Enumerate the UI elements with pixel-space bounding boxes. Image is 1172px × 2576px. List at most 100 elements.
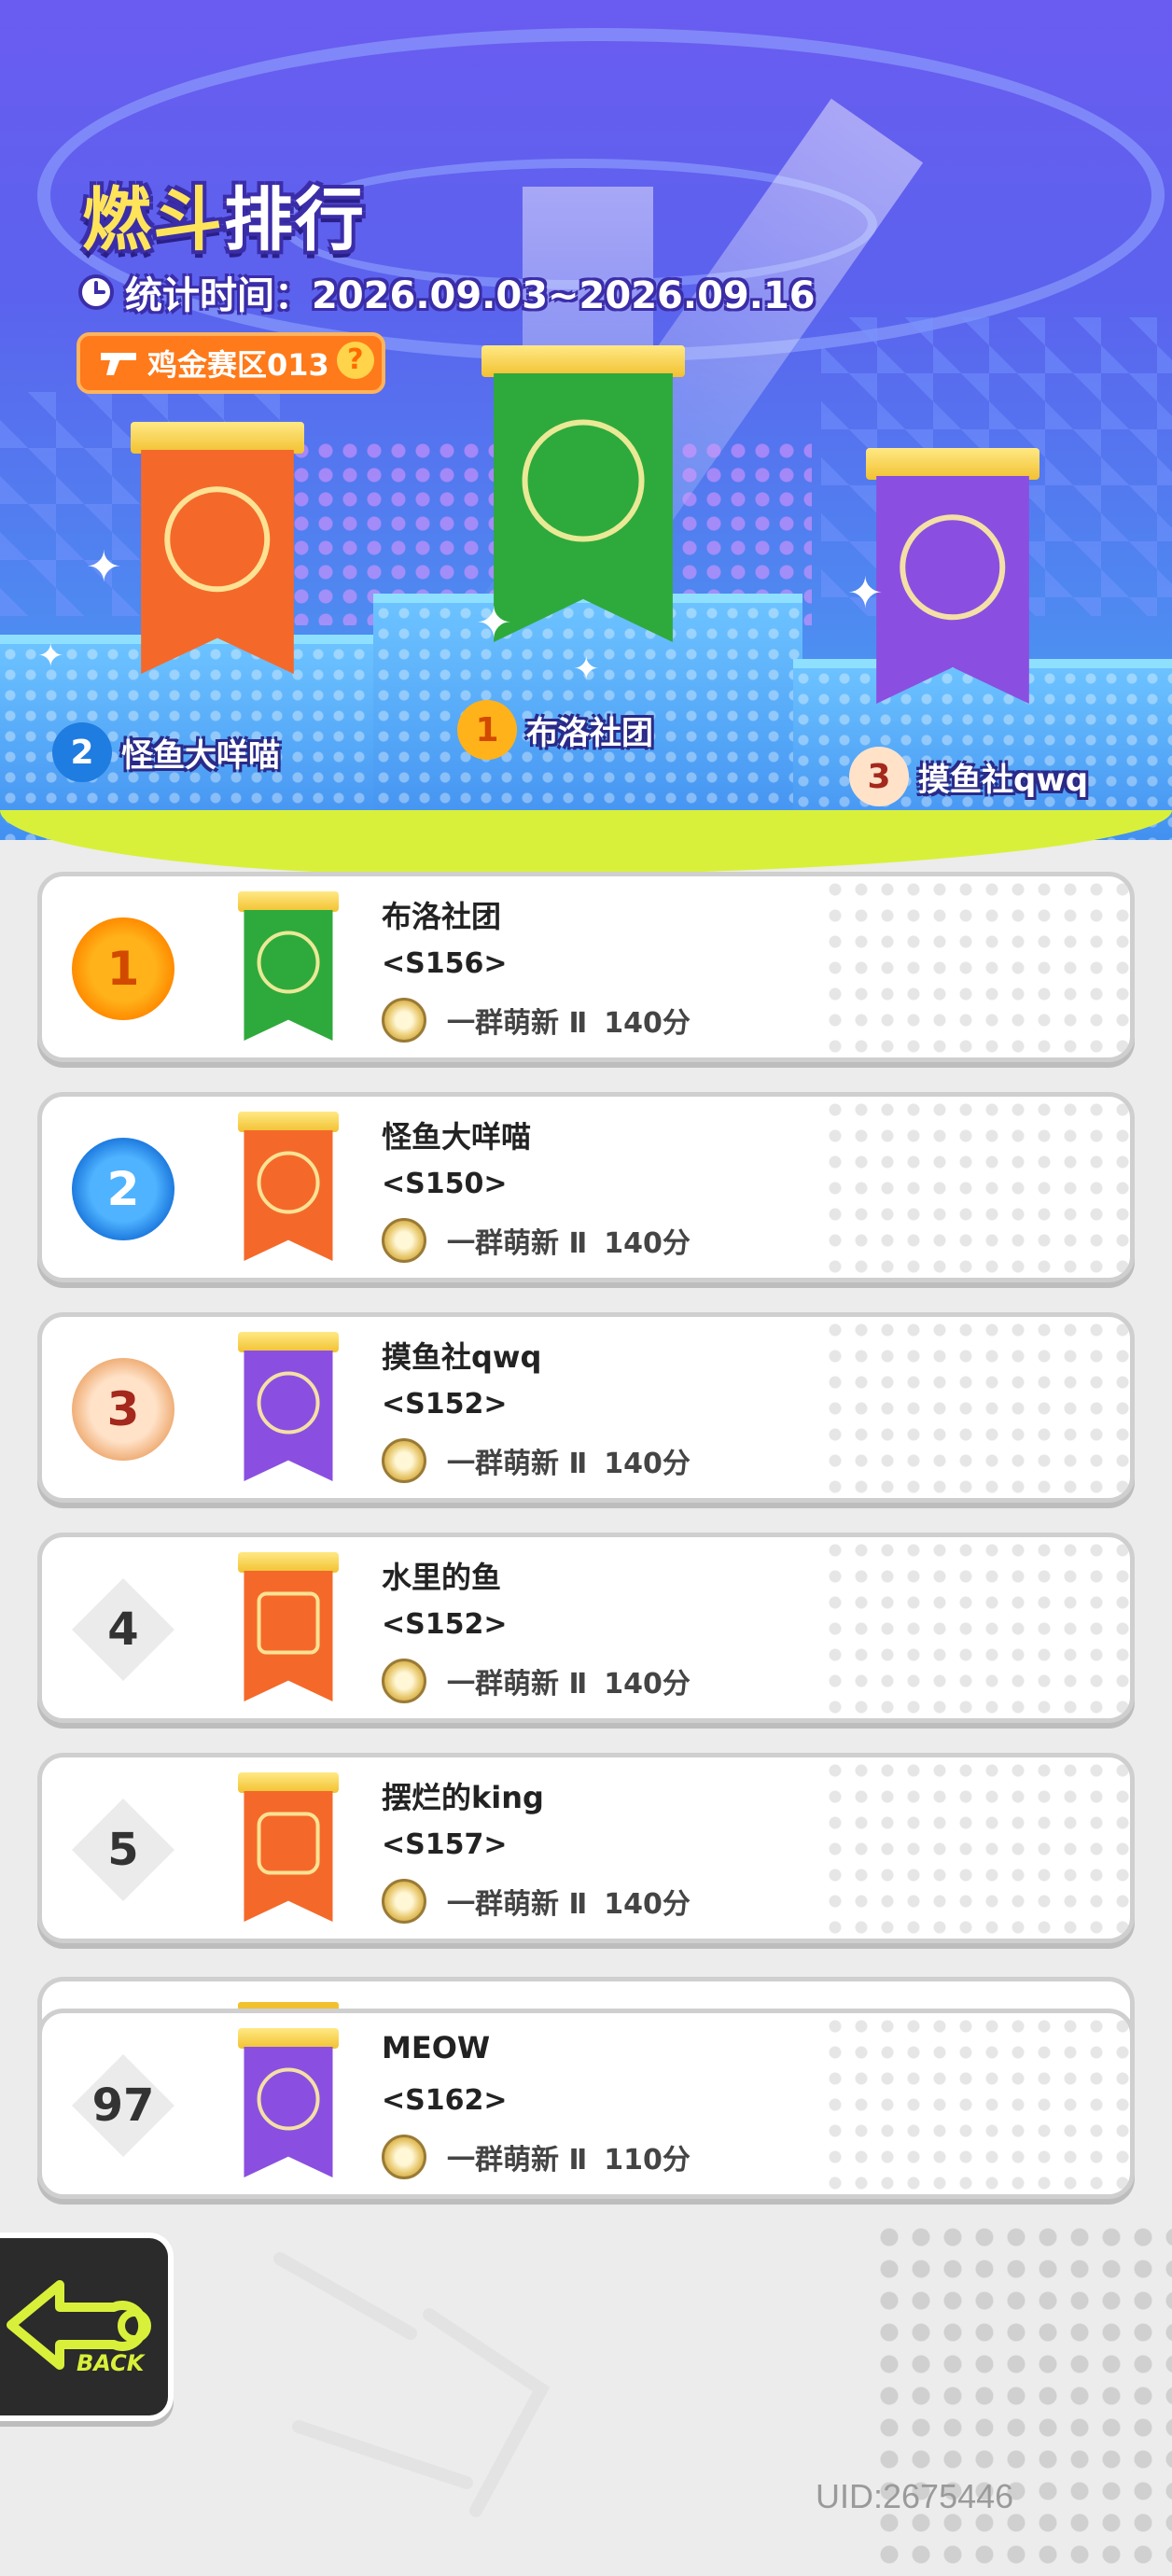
team-level: 一群萌新 Ⅱ 140分 bbox=[382, 1218, 691, 1263]
bronze-medal-icon: 3 bbox=[849, 747, 909, 806]
team-score: 140分 bbox=[604, 1668, 691, 1701]
sparkle-icon: ✦ bbox=[573, 651, 600, 688]
level-name: 一群萌新 Ⅱ bbox=[447, 1227, 588, 1260]
team-level: 一群萌新 Ⅱ 140分 bbox=[382, 998, 691, 1043]
podium-tag-first: 1 布洛社团 bbox=[457, 700, 653, 760]
fish-emblem bbox=[257, 1151, 320, 1214]
team-score: 140分 bbox=[604, 1227, 691, 1260]
team-server: <S162> bbox=[382, 2084, 508, 2117]
level-badge-icon bbox=[382, 1879, 426, 1924]
gold-rank-icon: 1 bbox=[72, 917, 174, 1020]
square-emblem bbox=[257, 1591, 320, 1655]
level-name: 一群萌新 Ⅱ bbox=[447, 1007, 588, 1040]
team-banner bbox=[238, 891, 339, 1041]
sparkle-icon: ✦ bbox=[476, 597, 512, 648]
clock-icon bbox=[78, 274, 114, 310]
team-score: 140分 bbox=[604, 1448, 691, 1480]
level-badge-icon bbox=[382, 1659, 426, 1703]
back-label: BACK bbox=[77, 2350, 145, 2376]
team-banner bbox=[238, 1552, 339, 1701]
level-badge-icon bbox=[382, 1438, 426, 1483]
tv-emblem bbox=[257, 1812, 320, 1875]
team-level: 一群萌新 Ⅱ 140分 bbox=[382, 1659, 691, 1703]
team-server: <S156> bbox=[382, 947, 508, 980]
team-name: 水里的鱼 bbox=[382, 1560, 502, 1595]
my-rank-row[interactable]: 97 MEOW <S162> 一群萌新 Ⅱ 110分 bbox=[37, 2009, 1135, 2199]
gun-icon bbox=[101, 353, 136, 375]
podium-banner-first bbox=[481, 345, 685, 642]
level-name: 一群萌新 Ⅱ bbox=[447, 2144, 588, 2177]
team-level: 一群萌新 Ⅱ 140分 bbox=[382, 1879, 691, 1924]
page-title-rest: 排行 bbox=[224, 180, 366, 260]
level-name: 一群萌新 Ⅱ bbox=[447, 1888, 588, 1921]
gold-medal-icon: 1 bbox=[457, 700, 517, 760]
level-badge-icon bbox=[382, 998, 426, 1043]
team-name: 怪鱼大咩喵 bbox=[382, 1119, 532, 1155]
fish-emblem bbox=[257, 2067, 320, 2131]
team-name: 摆烂的king bbox=[382, 1780, 544, 1815]
slime-divider bbox=[0, 810, 1172, 875]
podium-name-third: 摸鱼社qwq bbox=[918, 761, 1089, 799]
sparkle-icon: ✦ bbox=[847, 567, 884, 618]
team-name: 摸鱼社qwq bbox=[382, 1339, 542, 1375]
podium-tag-third: 3 摸鱼社qwq bbox=[849, 747, 1088, 806]
angel-emblem-cloth bbox=[244, 1351, 333, 1481]
team-level: 一群萌新 Ⅱ 110分 bbox=[382, 2135, 691, 2179]
bronze-rank-icon: 3 bbox=[72, 1358, 174, 1461]
level-badge-icon bbox=[382, 1218, 426, 1263]
page-title: 燃斗排行 bbox=[82, 164, 366, 264]
team-banner bbox=[238, 1112, 339, 1261]
team-name: MEOW bbox=[382, 2030, 491, 2065]
user-uid: UID:2675446 bbox=[816, 2477, 1014, 2515]
ranking-header: 燃斗排行 统计时间：2026.09.03~2026.09.16 鸡金赛区013 … bbox=[0, 0, 1172, 840]
rank-row[interactable]: 3 摸鱼社qwq <S152> 一群萌新 Ⅱ 140分 bbox=[37, 1312, 1135, 1503]
level-name: 一群萌新 Ⅱ bbox=[447, 1668, 588, 1701]
angel-emblem bbox=[900, 513, 1006, 621]
background-scribble bbox=[273, 2252, 551, 2517]
angel-emblem-cloth bbox=[876, 476, 1029, 704]
team-score: 140分 bbox=[604, 1007, 691, 1040]
wrench-emblem-cloth bbox=[494, 373, 673, 642]
wrench-emblem bbox=[522, 419, 645, 542]
background-dots bbox=[873, 2221, 1172, 2576]
podium-banner-third bbox=[866, 448, 1039, 704]
team-name: 布洛社团 bbox=[382, 899, 502, 934]
stat-period-text: 统计时间：2026.09.03~2026.09.16 bbox=[125, 274, 816, 317]
podium-name-second: 怪鱼大咩喵 bbox=[121, 736, 280, 775]
team-server: <S157> bbox=[382, 1828, 508, 1861]
wrench-emblem bbox=[257, 931, 320, 994]
sparkle-icon: ✦ bbox=[37, 637, 64, 675]
podium-tag-second: 2 怪鱼大咩喵 bbox=[52, 722, 280, 782]
team-banner bbox=[238, 1772, 339, 1922]
rank-row[interactable]: 2 怪鱼大咩喵 <S150> 一群萌新 Ⅱ 140分 bbox=[37, 1092, 1135, 1282]
square-emblem-cloth bbox=[244, 1571, 333, 1701]
stat-period: 统计时间：2026.09.03~2026.09.16 bbox=[77, 265, 816, 319]
fish-emblem-cloth bbox=[244, 2047, 333, 2177]
fish-emblem-cloth bbox=[141, 450, 294, 674]
silver-medal-icon: 2 bbox=[52, 722, 112, 782]
level-badge-icon bbox=[382, 2135, 426, 2179]
podium-name-first: 布洛社团 bbox=[526, 714, 653, 752]
angel-emblem bbox=[257, 1371, 320, 1435]
team-server: <S150> bbox=[382, 1168, 508, 1200]
wrench-emblem-cloth bbox=[244, 910, 333, 1041]
page-title-highlight: 燃斗 bbox=[82, 180, 224, 260]
podium-banner-second bbox=[131, 422, 304, 674]
region-badge[interactable]: 鸡金赛区013 ? bbox=[77, 332, 385, 394]
rank-number: 5 bbox=[72, 1799, 174, 1901]
team-level: 一群萌新 Ⅱ 140分 bbox=[382, 1438, 691, 1483]
sparkle-icon: ✦ bbox=[86, 541, 122, 592]
rank-row[interactable]: 5 摆烂的king <S157> 一群萌新 Ⅱ 140分 bbox=[37, 1753, 1135, 1943]
silver-rank-icon: 2 bbox=[72, 1138, 174, 1240]
rank-number: 4 bbox=[72, 1578, 174, 1681]
team-banner bbox=[238, 2028, 339, 2177]
region-label: 鸡金赛区013 bbox=[147, 347, 329, 383]
back-button[interactable]: BACK bbox=[0, 2233, 174, 2421]
team-score: 110分 bbox=[604, 2144, 691, 2177]
fish-emblem bbox=[164, 486, 271, 593]
rank-row[interactable]: 4 水里的鱼 <S152> 一群萌新 Ⅱ 140分 bbox=[37, 1533, 1135, 1723]
rank-row[interactable]: 1 布洛社团 <S156> 一群萌新 Ⅱ 140分 bbox=[37, 872, 1135, 1062]
team-score: 140分 bbox=[604, 1888, 691, 1921]
help-icon[interactable]: ? bbox=[336, 342, 374, 379]
tv-emblem-cloth bbox=[244, 1791, 333, 1922]
